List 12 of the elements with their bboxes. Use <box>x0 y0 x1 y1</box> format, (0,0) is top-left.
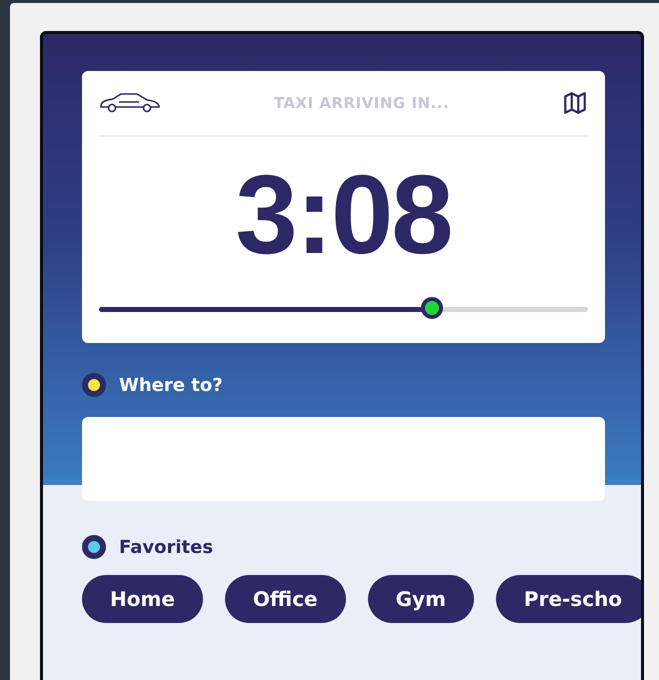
status-text: TAXI ARRIVING IN... <box>274 94 450 112</box>
destination-input[interactable] <box>82 417 605 501</box>
countdown-timer: 3:08 <box>234 159 453 271</box>
car-icon <box>99 92 161 114</box>
map-icon[interactable] <box>562 90 588 116</box>
section-label: Favorites <box>119 536 214 558</box>
favorite-chip[interactable]: Gym <box>368 575 474 623</box>
favorite-chip[interactable]: Office <box>224 575 346 623</box>
favorite-chip[interactable]: Home <box>82 575 203 623</box>
progress-thumb[interactable] <box>420 297 443 319</box>
section-label: Where to? <box>119 374 223 396</box>
favorite-chip[interactable]: Pre-scho <box>496 575 641 623</box>
